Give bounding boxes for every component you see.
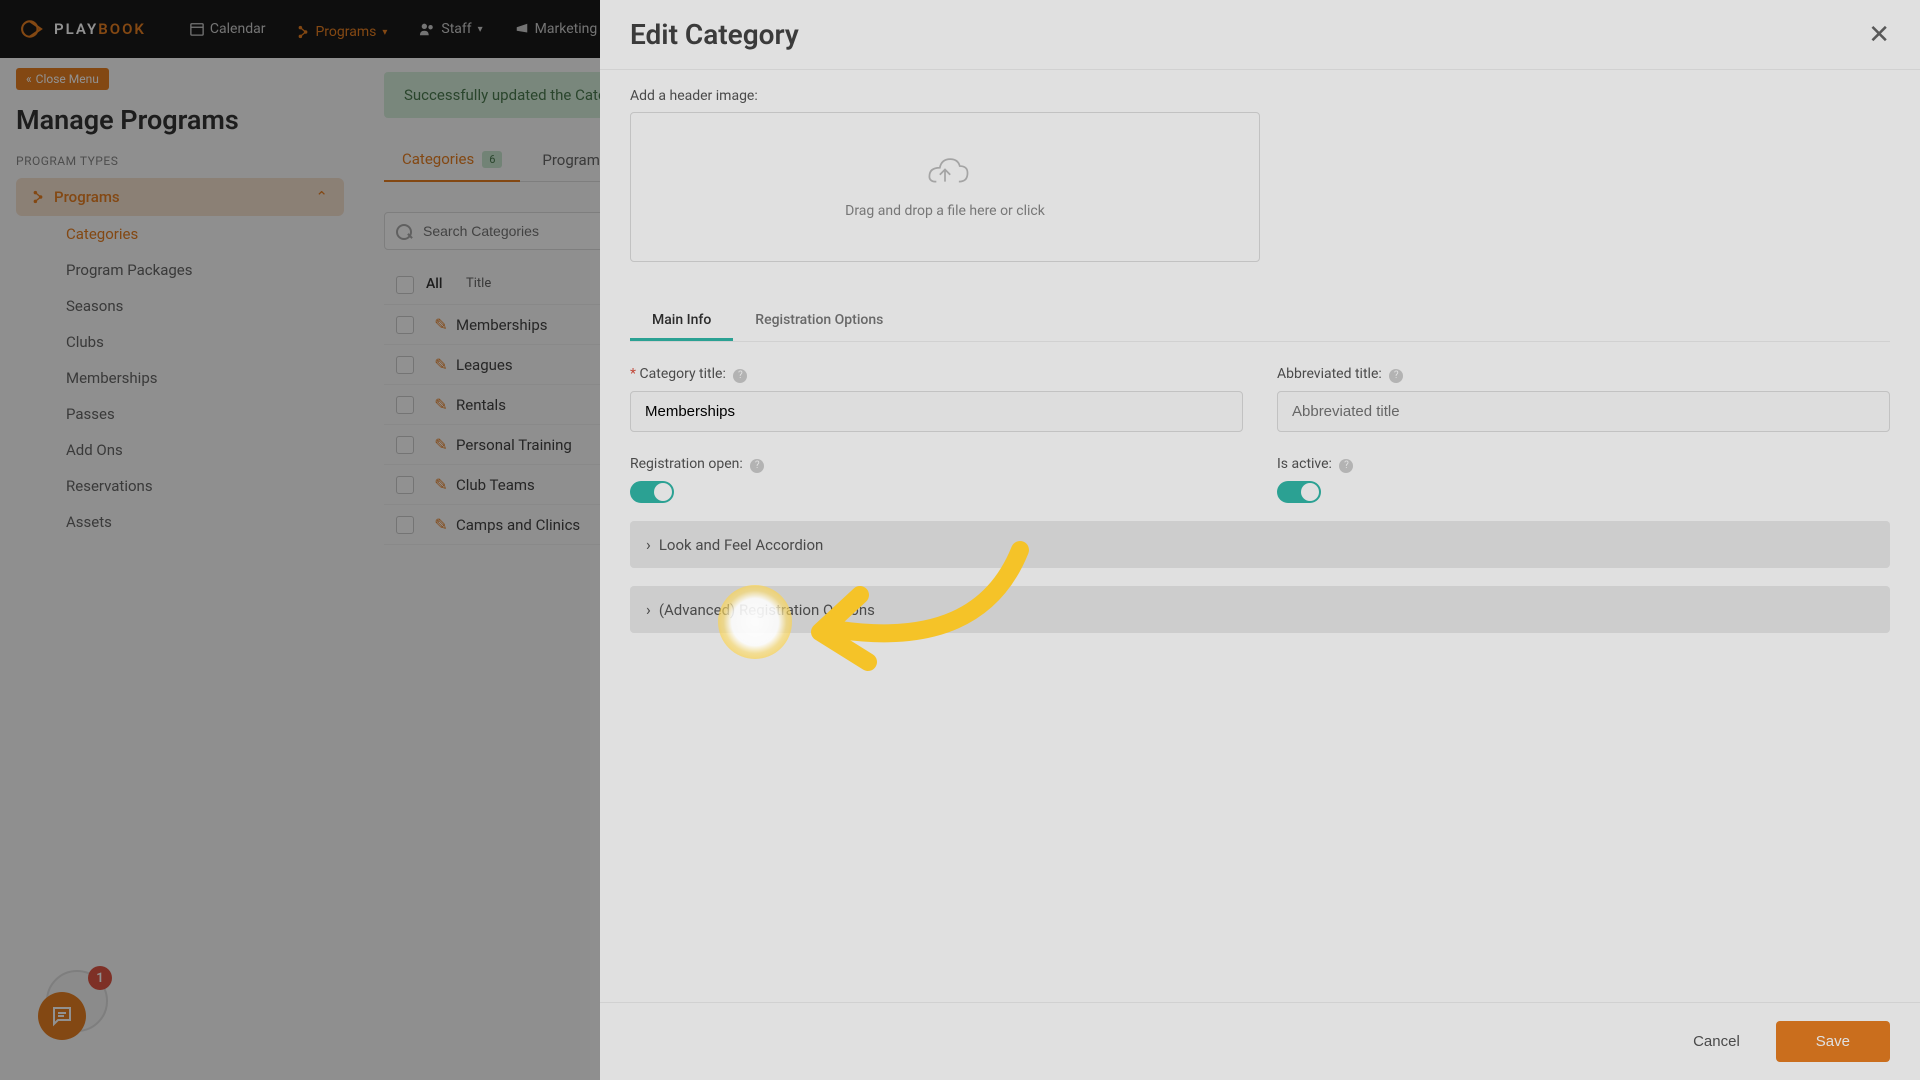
abbrev-field: Abbreviated title: ? bbox=[1277, 366, 1890, 432]
help-icon[interactable]: ? bbox=[750, 459, 764, 473]
chevron-right-icon: › bbox=[646, 535, 651, 554]
header-image-label: Add a header image: bbox=[630, 88, 1890, 104]
accordion-look-feel[interactable]: › Look and Feel Accordion bbox=[630, 521, 1890, 568]
save-button[interactable]: Save bbox=[1776, 1021, 1890, 1062]
is-active-toggle[interactable] bbox=[1277, 481, 1321, 503]
form-row: * Category title: ? Abbreviated title: ? bbox=[630, 366, 1890, 432]
modal-title: Edit Category bbox=[630, 18, 799, 51]
help-icon[interactable]: ? bbox=[733, 369, 747, 383]
reg-open-field: Registration open: ? bbox=[630, 456, 1243, 503]
reg-open-toggle[interactable] bbox=[630, 481, 674, 503]
abbrev-input[interactable] bbox=[1277, 391, 1890, 432]
reg-open-label: Registration open: ? bbox=[630, 456, 1243, 473]
cloud-upload-icon bbox=[919, 155, 971, 191]
category-title-label: * Category title: ? bbox=[630, 366, 1243, 383]
close-button[interactable]: ✕ bbox=[1868, 19, 1890, 50]
accordion-label: (Advanced) Registration Options bbox=[659, 601, 875, 619]
cancel-button[interactable]: Cancel bbox=[1675, 1021, 1758, 1062]
category-title-field: * Category title: ? bbox=[630, 366, 1243, 432]
is-active-field: Is active: ? bbox=[1277, 456, 1890, 503]
help-icon[interactable]: ? bbox=[1339, 459, 1353, 473]
modal-tabs: Main Info Registration Options bbox=[630, 302, 1890, 342]
accordion-label: Look and Feel Accordion bbox=[659, 536, 823, 554]
chevron-right-icon: › bbox=[646, 600, 651, 619]
modal-footer: Cancel Save bbox=[600, 1002, 1920, 1080]
help-icon[interactable]: ? bbox=[1389, 369, 1403, 383]
accordion-advanced-reg[interactable]: › (Advanced) Registration Options bbox=[630, 586, 1890, 633]
abbrev-label: Abbreviated title: ? bbox=[1277, 366, 1890, 383]
tab-main-info[interactable]: Main Info bbox=[630, 302, 733, 341]
is-active-label: Is active: ? bbox=[1277, 456, 1890, 473]
modal-body: Add a header image: Drag and drop a file… bbox=[600, 70, 1920, 1002]
tab-registration-options[interactable]: Registration Options bbox=[733, 302, 905, 341]
image-dropzone[interactable]: Drag and drop a file here or click bbox=[630, 112, 1260, 262]
modal-header: Edit Category ✕ bbox=[600, 0, 1920, 70]
form-row: Registration open: ? Is active: ? bbox=[630, 456, 1890, 503]
dropzone-text: Drag and drop a file here or click bbox=[845, 203, 1045, 219]
category-title-input[interactable] bbox=[630, 391, 1243, 432]
edit-category-modal: Edit Category ✕ Add a header image: Drag… bbox=[600, 0, 1920, 1080]
